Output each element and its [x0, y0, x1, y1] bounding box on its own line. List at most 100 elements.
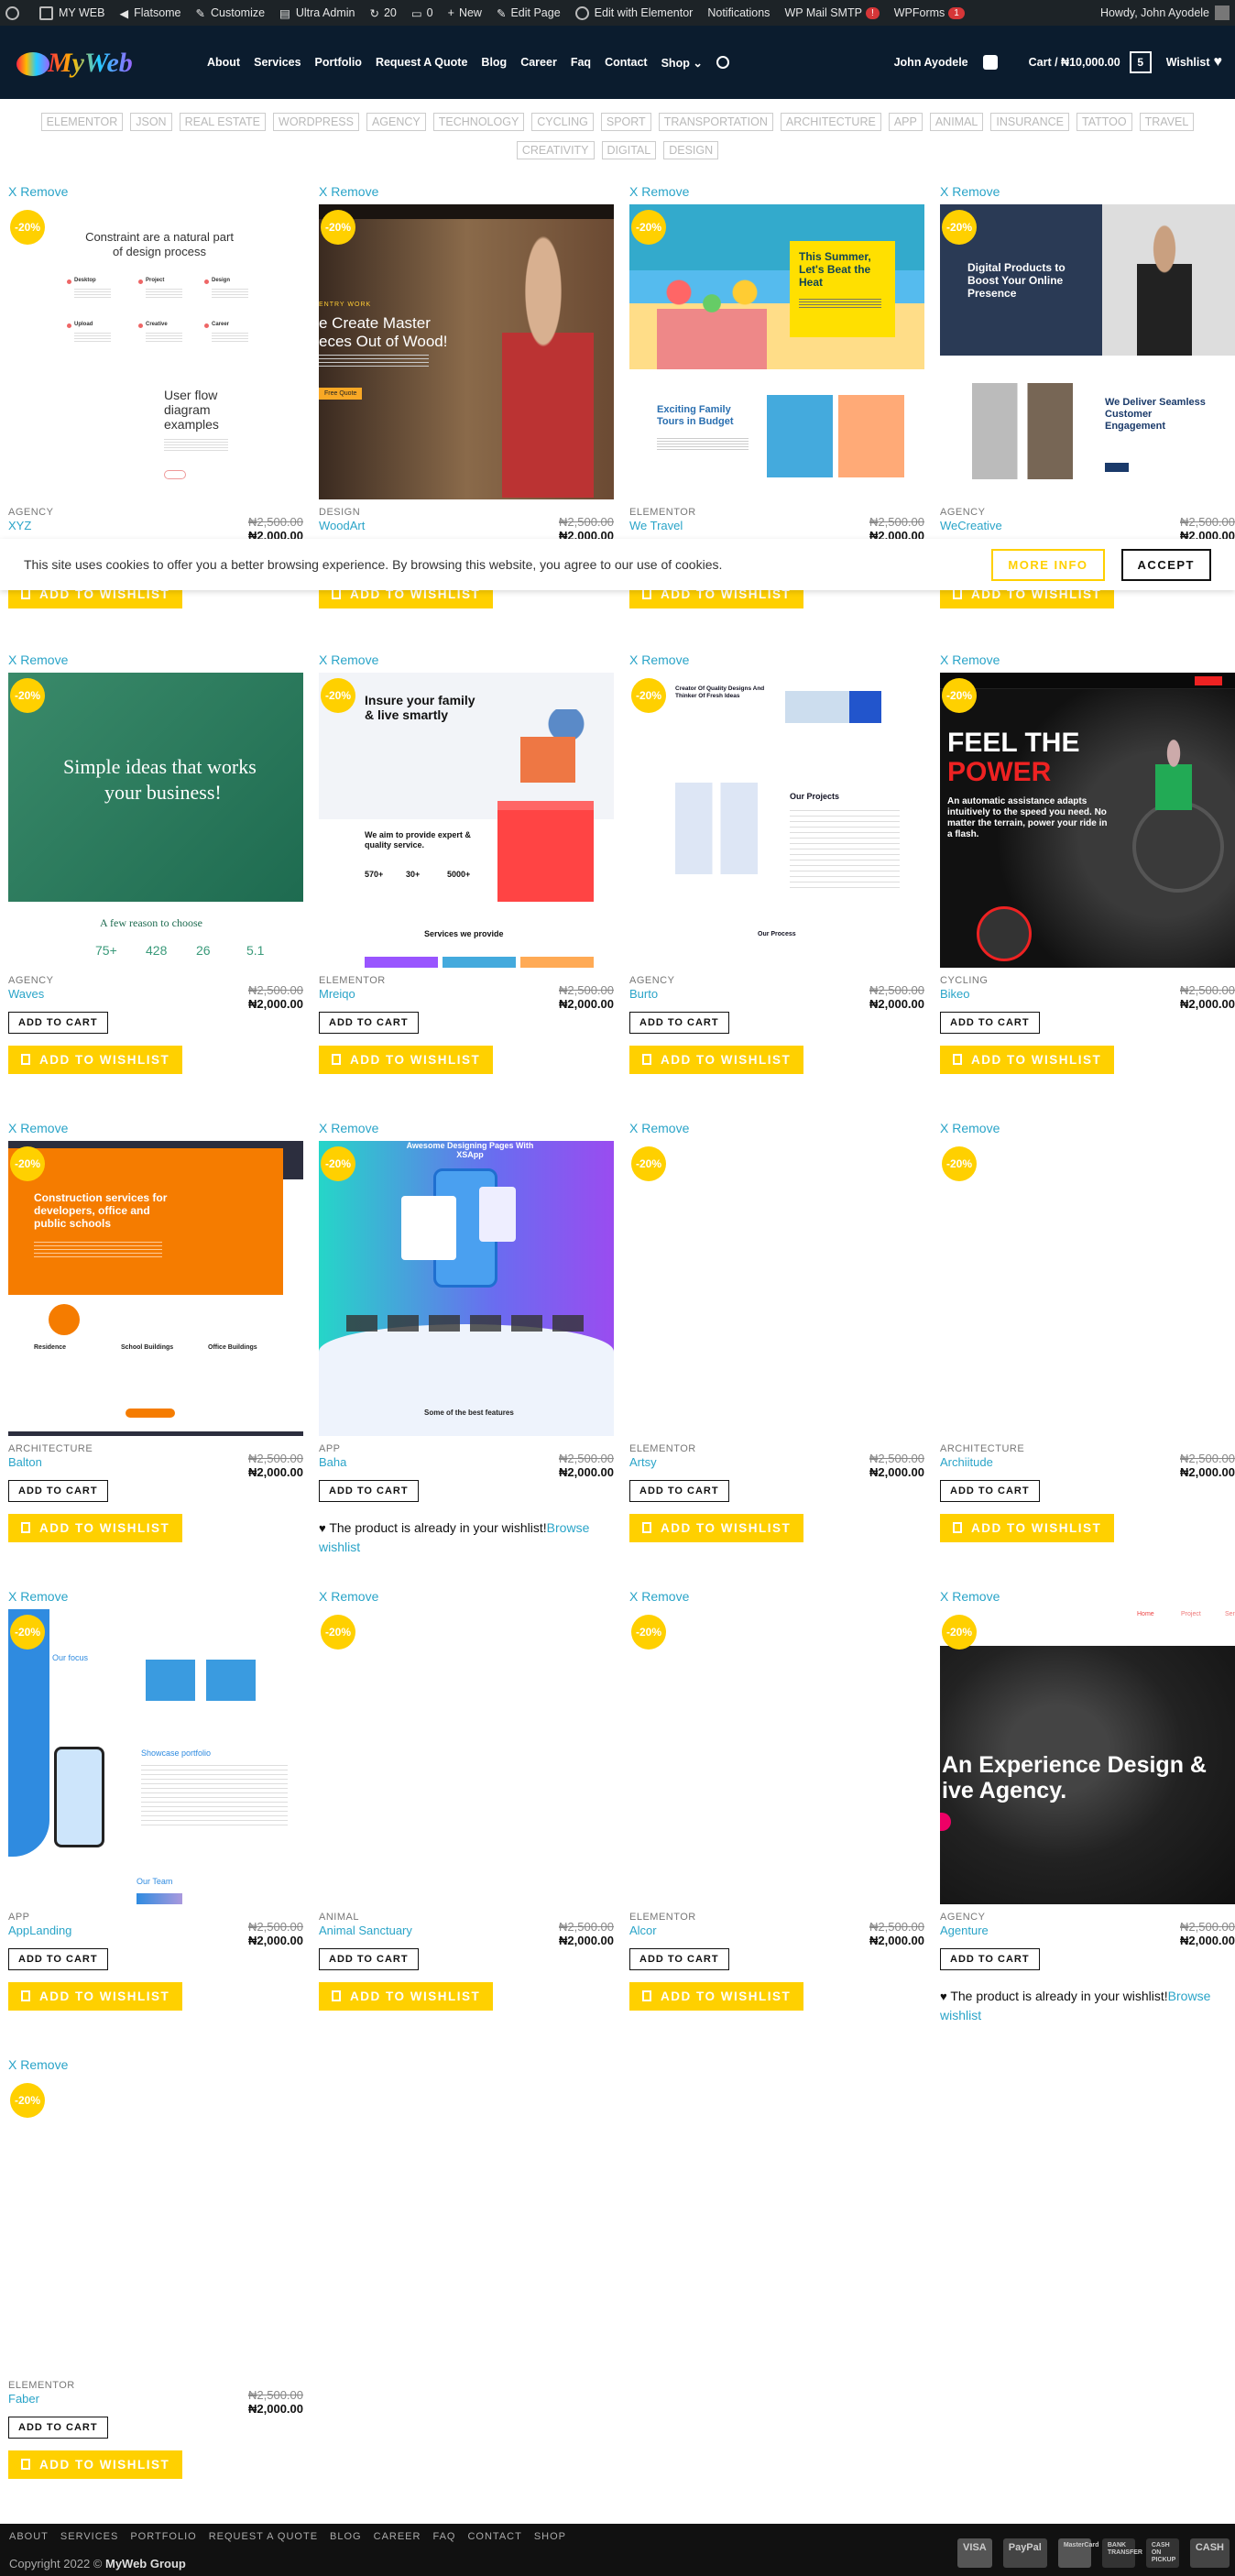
tag-digital[interactable]: Digital [601, 141, 657, 159]
add-to-wishlist-button[interactable]: ADD TO WISHLIST [8, 1982, 183, 2011]
add-to-cart-button[interactable]: ADD TO CART [8, 1948, 108, 1970]
remove-from-wishlist-link[interactable]: X Remove [629, 1589, 924, 1607]
remove-from-wishlist-link[interactable]: X Remove [319, 1121, 614, 1139]
admin-new-link[interactable]: + New [448, 6, 482, 19]
product-thumbnail[interactable]: -20% Digital Products to Boost Your Onlin… [940, 204, 1235, 499]
remove-from-wishlist-link[interactable]: X Remove [8, 184, 303, 203]
tag-creativity[interactable]: Creativity [516, 141, 595, 159]
product-thumbnail[interactable]: -20% Creator Of Quality Designs And Think… [629, 673, 924, 968]
tag-animal[interactable]: Animal [929, 113, 984, 131]
add-to-cart-button[interactable]: ADD TO CART [319, 1948, 419, 1970]
footer-link-about[interactable]: ABOUT [9, 2531, 49, 2542]
remove-from-wishlist-link[interactable]: X Remove [8, 1589, 303, 1607]
add-to-cart-button[interactable]: ADD TO CART [629, 1012, 729, 1034]
tag-real-estate[interactable]: Real Estate [179, 113, 267, 131]
add-to-cart-button[interactable]: ADD TO CART [8, 1480, 108, 1502]
add-to-wishlist-button[interactable]: ADD TO WISHLIST [940, 1046, 1115, 1074]
product-thumbnail[interactable]: -20% FEEL THE POWER An automatic assistance… [940, 673, 1235, 968]
tag-insurance[interactable]: Insurance [990, 113, 1070, 131]
nav-request-quote[interactable]: Request A Quote [376, 56, 467, 70]
remove-from-wishlist-link[interactable]: X Remove [940, 1589, 1235, 1607]
nav-about[interactable]: About [207, 56, 240, 70]
add-to-cart-button[interactable]: ADD TO CART [8, 2417, 108, 2439]
add-to-wishlist-button[interactable]: ADD TO WISHLIST [629, 1046, 804, 1074]
admin-comments-link[interactable]: ▭ 0 [411, 6, 433, 20]
remove-from-wishlist-link[interactable]: X Remove [319, 652, 614, 671]
admin-elementor-link[interactable]: Edit with Elementor [574, 5, 693, 20]
footer-link-shop[interactable]: SHOP [534, 2531, 566, 2542]
add-to-wishlist-button[interactable]: ADD TO WISHLIST [8, 1046, 183, 1074]
tag-app[interactable]: App [888, 113, 923, 131]
add-to-cart-button[interactable]: ADD TO CART [940, 1948, 1040, 1970]
product-thumbnail[interactable]: -20% [940, 1141, 1235, 1436]
product-thumbnail[interactable]: -20% Simple ideas that works your business… [8, 673, 303, 968]
footer-link-faq[interactable]: FAQ [432, 2531, 455, 2542]
product-thumbnail[interactable]: -20% ENTRY WORK e Create Master eces Out of… [319, 204, 614, 499]
admin-site-link[interactable]: MY WEB [39, 5, 104, 20]
nav-portfolio[interactable]: Portfolio [315, 56, 362, 70]
admin-theme-link[interactable]: ◀ Flatsome [119, 6, 180, 20]
tag-transportation[interactable]: Transportation [658, 113, 773, 131]
admin-updates-link[interactable]: ↻ 20 [369, 6, 396, 20]
nav-shop[interactable]: Shop ⌄ [661, 56, 703, 70]
product-thumbnail[interactable]: -20% [8, 2077, 303, 2373]
product-thumbnail[interactable]: -20% Insure your family & live smartly We … [319, 673, 614, 968]
remove-from-wishlist-link[interactable]: X Remove [629, 652, 924, 671]
add-to-wishlist-button[interactable]: ADD TO WISHLIST [629, 1514, 804, 1542]
product-thumbnail[interactable]: -20% [319, 1609, 614, 1904]
add-to-wishlist-button[interactable]: ADD TO WISHLIST [319, 1982, 494, 2011]
product-thumbnail[interactable]: -20% This Summer, Let's Beat the Heat Exci… [629, 204, 924, 499]
nav-contact[interactable]: Contact [605, 56, 648, 70]
cart-count[interactable]: 5 [1129, 51, 1152, 73]
tag-sport[interactable]: Sport [600, 113, 651, 131]
tag-tattoo[interactable]: Tattoo [1077, 113, 1132, 131]
nav-career[interactable]: Career [520, 56, 557, 70]
footer-link-career[interactable]: CAREER [374, 2531, 421, 2542]
admin-wpforms-link[interactable]: WPForms 1 [894, 6, 965, 19]
add-to-wishlist-button[interactable]: ADD TO WISHLIST [319, 1046, 494, 1074]
add-to-cart-button[interactable]: ADD TO CART [8, 1012, 108, 1034]
remove-from-wishlist-link[interactable]: X Remove [8, 652, 303, 671]
tag-technology[interactable]: Technology [432, 113, 525, 131]
nav-faq[interactable]: Faq [571, 56, 591, 70]
wishlist-link[interactable]: Wishlist [1166, 56, 1210, 69]
add-to-cart-button[interactable]: ADD TO CART [319, 1012, 419, 1034]
admin-ultra-link[interactable]: ▤ Ultra Admin [279, 6, 355, 20]
tag-cycling[interactable]: Cycling [531, 113, 594, 131]
cart-link[interactable]: Cart / ₦10,000.00 [1029, 56, 1120, 69]
add-to-cart-button[interactable]: ADD TO CART [940, 1012, 1040, 1034]
product-thumbnail[interactable]: -20% Our focus Showcase portfolio Our Team [8, 1609, 303, 1904]
add-to-cart-button[interactable]: ADD TO CART [940, 1480, 1040, 1502]
product-thumbnail[interactable]: -20% Home Project Service An Experience Desi… [940, 1609, 1235, 1904]
account-link[interactable]: John Ayodele [894, 56, 968, 69]
footer-link-portfolio[interactable]: PORTFOLIO [130, 2531, 196, 2542]
admin-edit-page-link[interactable]: ✎ Edit Page [497, 6, 561, 20]
add-to-wishlist-button[interactable]: ADD TO WISHLIST [629, 1982, 804, 2011]
wordpress-logo-icon[interactable] [5, 5, 25, 20]
remove-from-wishlist-link[interactable]: X Remove [8, 2057, 303, 2076]
tag-wordpress[interactable]: WordPress [273, 113, 359, 131]
footer-link-request-a-quote[interactable]: REQUEST A QUOTE [209, 2531, 318, 2542]
footer-link-services[interactable]: SERVICES [60, 2531, 118, 2542]
remove-from-wishlist-link[interactable]: X Remove [8, 1121, 303, 1139]
remove-from-wishlist-link[interactable]: X Remove [629, 184, 924, 203]
remove-from-wishlist-link[interactable]: X Remove [940, 1121, 1235, 1139]
footer-link-contact[interactable]: CONTACT [467, 2531, 521, 2542]
heart-icon[interactable]: ♥ [1214, 54, 1223, 71]
remove-from-wishlist-link[interactable]: X Remove [940, 652, 1235, 671]
add-to-wishlist-button[interactable]: ADD TO WISHLIST [8, 1514, 183, 1542]
tag-agency[interactable]: Agency [366, 113, 426, 131]
tag-elementor[interactable]: Elementor [40, 113, 124, 131]
remove-from-wishlist-link[interactable]: X Remove [940, 184, 1235, 203]
tag-json[interactable]: JSON [130, 113, 172, 131]
product-thumbnail[interactable]: -20% Constraint are a natural part of des… [8, 204, 303, 499]
admin-customize-link[interactable]: ✎ Customize [196, 6, 266, 20]
admin-account-menu[interactable]: Howdy, John Ayodele [1100, 5, 1230, 20]
add-to-cart-button[interactable]: ADD TO CART [319, 1480, 419, 1502]
cookie-more-info-button[interactable]: MORE INFO [991, 548, 1105, 581]
site-logo[interactable]: MyWeb [13, 40, 187, 84]
nav-services[interactable]: Services [254, 56, 301, 70]
product-thumbnail[interactable]: -20% Awesome Designing Pages With XSApp So… [319, 1141, 614, 1436]
remove-from-wishlist-link[interactable]: X Remove [319, 1589, 614, 1607]
remove-from-wishlist-link[interactable]: X Remove [319, 184, 614, 203]
